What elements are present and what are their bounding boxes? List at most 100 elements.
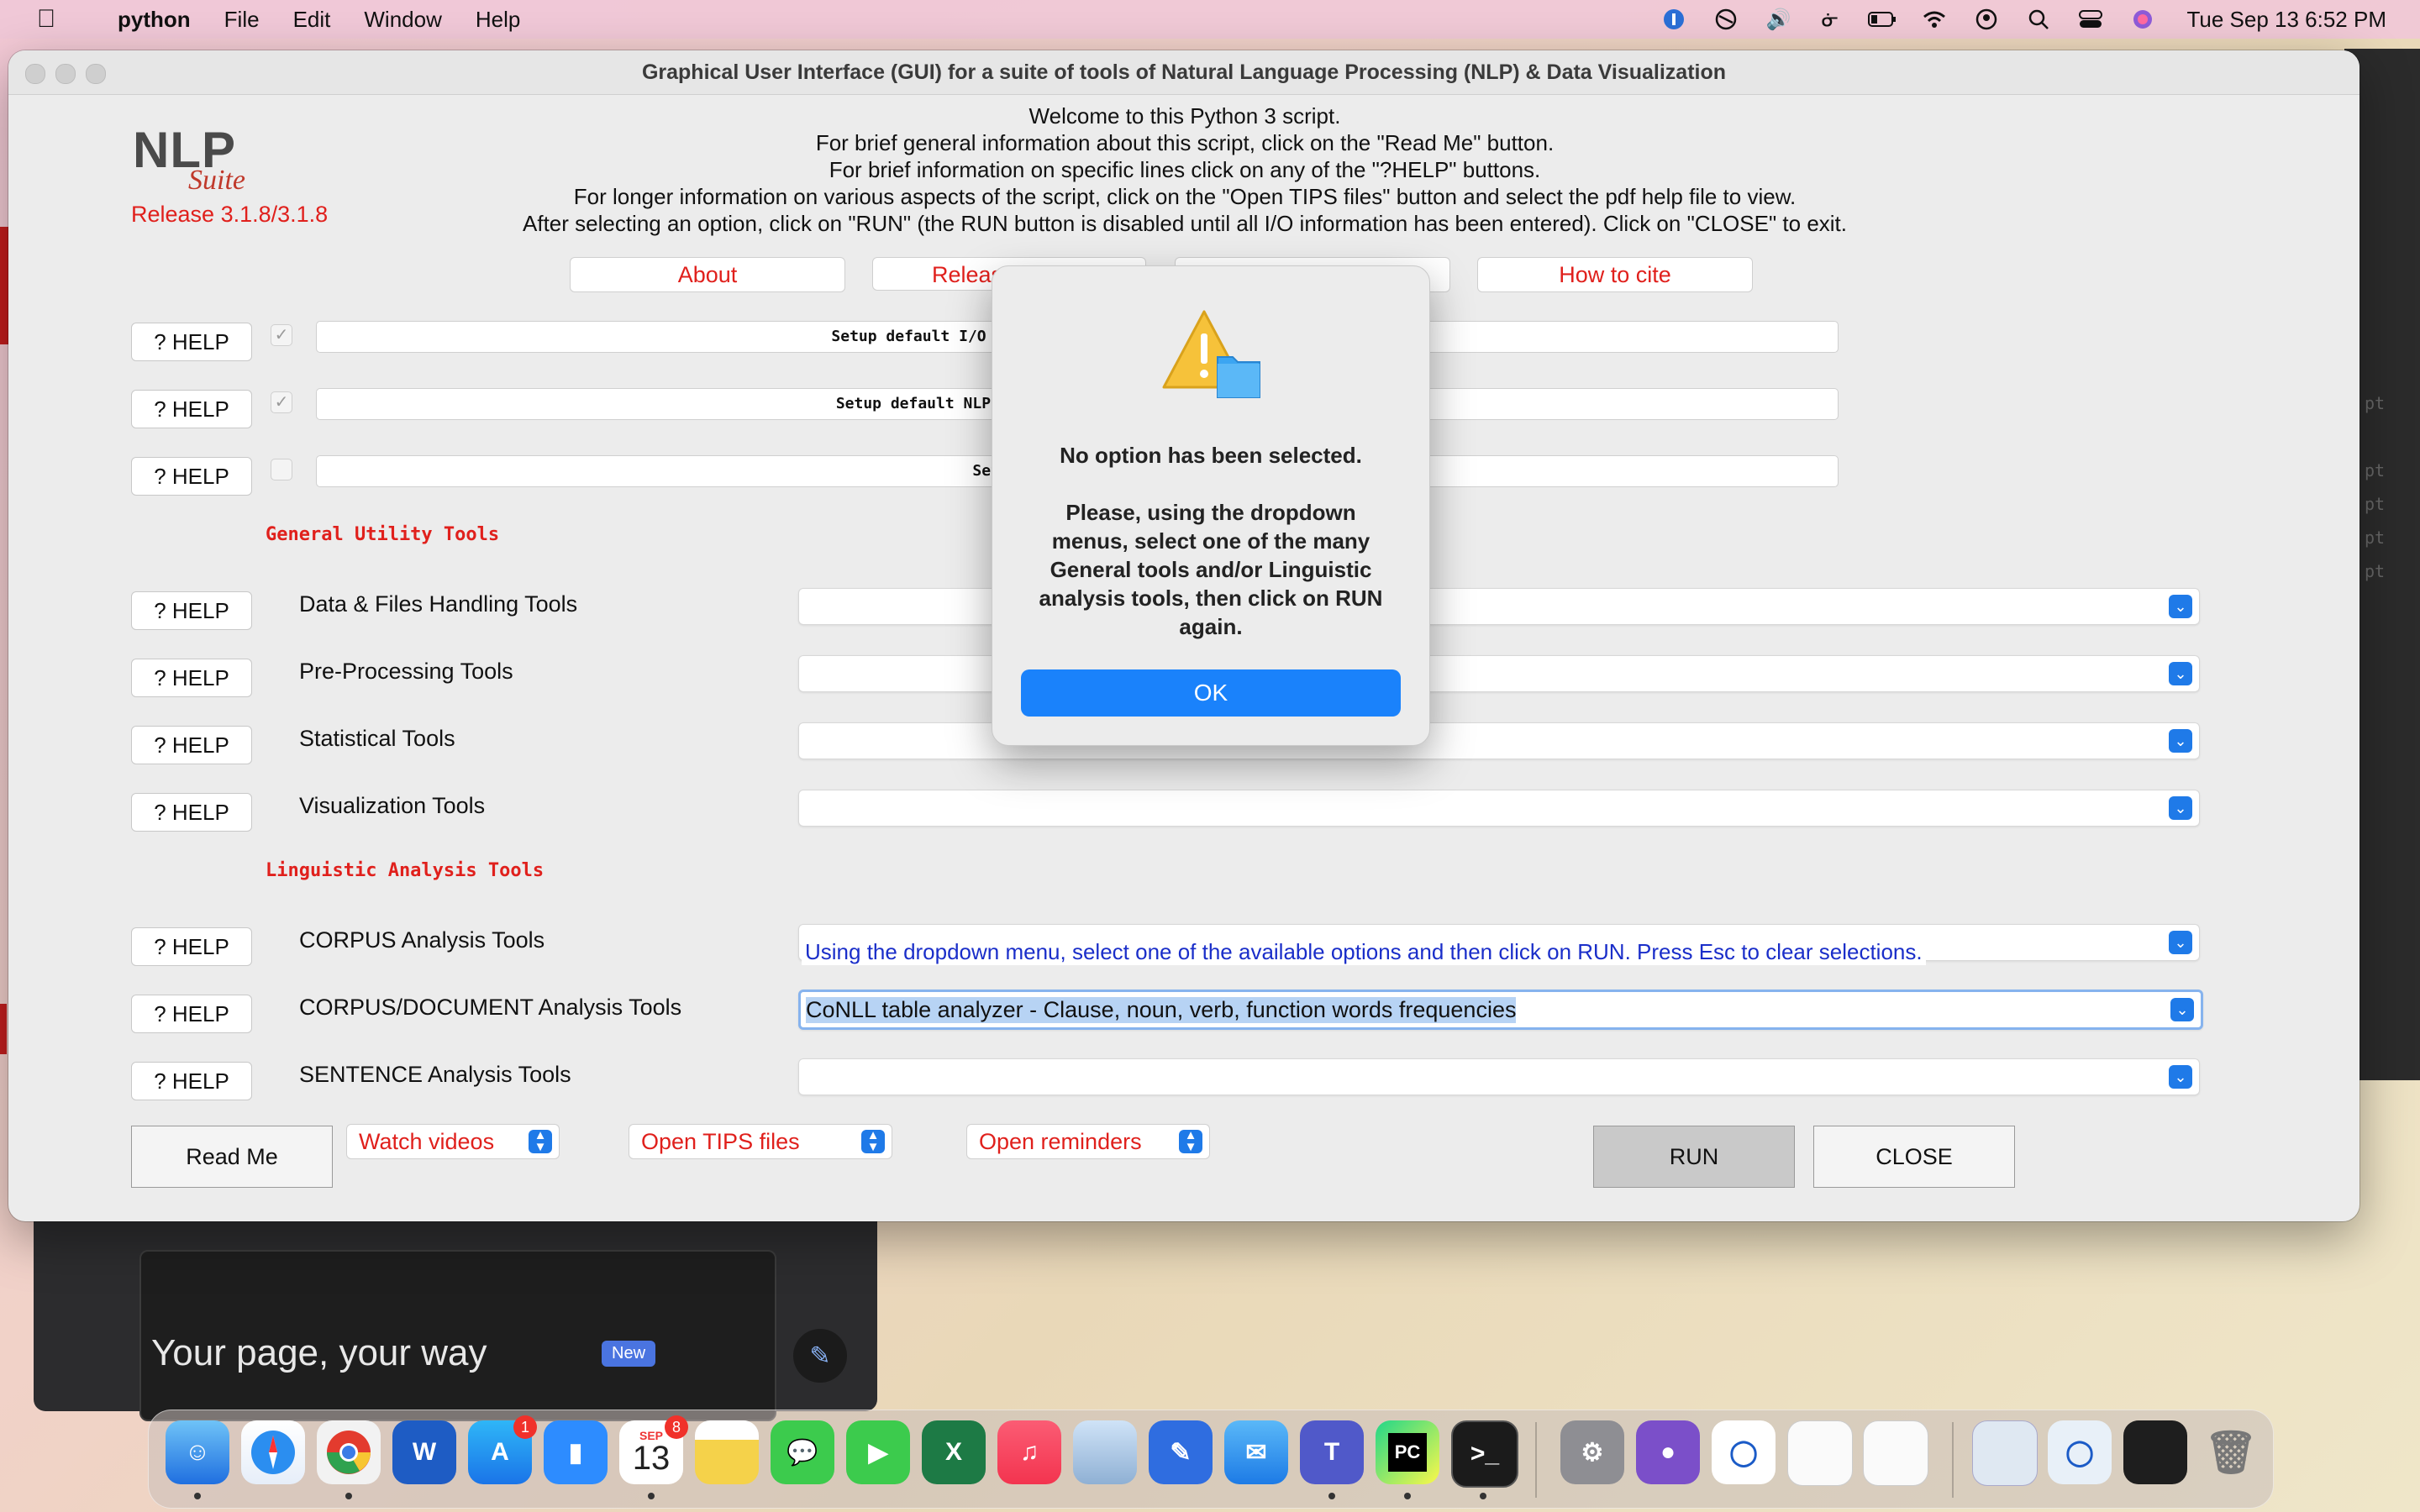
chrome-icon[interactable]: [317, 1420, 381, 1484]
menu-help[interactable]: Help: [476, 7, 520, 33]
help-button[interactable]: ? HELP: [131, 793, 252, 832]
safari-icon[interactable]: [241, 1420, 305, 1484]
help-button[interactable]: ? HELP: [131, 927, 252, 966]
chevron-down-icon[interactable]: ⌄: [2169, 662, 2192, 685]
system-preferences-icon[interactable]: ⚙: [1560, 1420, 1624, 1484]
selected-value: CoNLL table analyzer - Clause, noun, ver…: [806, 997, 1517, 1023]
menu-app-name[interactable]: python: [118, 7, 191, 33]
user-account-icon[interactable]: [1971, 7, 2002, 32]
setup-external-checkbox[interactable]: [271, 459, 292, 480]
visualization-dropdown[interactable]: ⌄: [798, 790, 2200, 827]
updown-chevron-icon[interactable]: ▲ ▼: [861, 1129, 885, 1153]
facetime-icon[interactable]: ▶: [846, 1420, 910, 1484]
sentence-analysis-label: SENTENCE Analysis Tools: [299, 1062, 571, 1087]
chevron-down-icon[interactable]: ⌄: [2169, 729, 2192, 753]
browser-headline: Your page, your way: [151, 1332, 487, 1373]
help-button[interactable]: ? HELP: [131, 323, 252, 361]
open-tips-popup[interactable]: Open TIPS files ▲ ▼: [629, 1124, 892, 1159]
chevron-down-icon[interactable]: ⌄: [2169, 796, 2192, 820]
chevron-down-icon[interactable]: ⌄: [2169, 595, 2192, 618]
alert-dialog: No option has been selected. Please, usi…: [992, 265, 1430, 746]
siri-icon[interactable]: [2128, 7, 2158, 32]
calendar-icon[interactable]: SEP 13 8: [619, 1415, 688, 1484]
run-button[interactable]: RUN: [1593, 1126, 1795, 1188]
control-center-icon[interactable]: [2075, 7, 2106, 32]
word-icon[interactable]: W: [392, 1420, 456, 1484]
corpus-document-label: CORPUS/DOCUMENT Analysis Tools: [299, 995, 682, 1020]
mail-icon[interactable]: ✉: [1224, 1420, 1288, 1484]
onepassword-icon[interactable]: ◯: [1712, 1420, 1776, 1484]
help-button[interactable]: ? HELP: [131, 726, 252, 764]
battery-icon[interactable]: [1867, 7, 1897, 32]
alert-message: Please, using the dropdown menus, select…: [1039, 500, 1383, 639]
terminal-text: pt: [2365, 528, 2386, 548]
updown-chevron-icon[interactable]: ▲ ▼: [529, 1129, 552, 1153]
calendar-badge: 8: [665, 1415, 688, 1439]
menu-window[interactable]: Window: [364, 7, 441, 33]
read-me-button[interactable]: Read Me: [131, 1126, 333, 1188]
updown-chevron-icon[interactable]: ▲ ▼: [1179, 1129, 1202, 1153]
zoom-icon[interactable]: ▮: [544, 1420, 608, 1484]
apple-menu-icon[interactable]: : [32, 5, 60, 34]
app-store-badge: 1: [513, 1415, 537, 1439]
setup-io-checkbox[interactable]: ✓: [271, 324, 292, 346]
help-button[interactable]: ? HELP: [131, 995, 252, 1033]
window-titlebar[interactable]: Graphical User Interface (GUI) for a sui…: [8, 50, 2360, 95]
pycharm-label: PC: [1388, 1433, 1427, 1472]
background-browser-window: Your page, your way New ✎: [34, 1210, 877, 1421]
preview-icon[interactable]: [1073, 1420, 1137, 1484]
terminal-icon[interactable]: >_: [1451, 1420, 1518, 1488]
finder-icon[interactable]: ☺: [166, 1420, 229, 1484]
pycharm-icon[interactable]: PC: [1376, 1420, 1439, 1484]
about-button[interactable]: About: [570, 257, 845, 292]
messages-icon[interactable]: 💬: [771, 1420, 834, 1484]
help-button[interactable]: ? HELP: [131, 1062, 252, 1100]
music-icon[interactable]: ♫: [997, 1420, 1061, 1484]
ok-button[interactable]: OK: [1021, 669, 1401, 717]
visualization-label: Visualization Tools: [299, 793, 486, 818]
open-reminders-popup[interactable]: Open reminders ▲ ▼: [966, 1124, 1210, 1159]
pencil-icon[interactable]: ✎: [793, 1329, 847, 1383]
documents-folder-icon[interactable]: [1972, 1420, 2038, 1486]
welcome-line: Welcome to this Python 3 script.: [1028, 103, 1341, 129]
pre-processing-label: Pre-Processing Tools: [299, 659, 513, 684]
menu-bar-clock[interactable]: Tue Sep 13 6:52 PM: [2186, 7, 2386, 33]
background-window-edge: [0, 1004, 7, 1054]
menu-edit[interactable]: Edit: [293, 7, 331, 33]
wifi-icon[interactable]: [1919, 7, 1949, 32]
watch-videos-popup[interactable]: Watch videos ▲ ▼: [346, 1124, 560, 1159]
trash-icon[interactable]: 🗑: [2199, 1420, 2263, 1484]
spotlight-search-icon[interactable]: [2023, 7, 2054, 32]
volume-icon[interactable]: 🔊: [1763, 7, 1793, 32]
excel-icon[interactable]: X: [922, 1420, 986, 1484]
help-button[interactable]: ? HELP: [131, 457, 252, 496]
help-button[interactable]: ? HELP: [131, 390, 252, 428]
new-badge: New: [602, 1341, 656, 1367]
calendar-day: 13: [632, 1440, 671, 1477]
how-to-cite-button[interactable]: How to cite: [1477, 257, 1753, 292]
notes-icon[interactable]: [695, 1420, 759, 1484]
downloads-stack-icon[interactable]: [2123, 1420, 2187, 1484]
onepassword-installer-icon[interactable]: ◯: [2048, 1420, 2112, 1484]
onepassword-status-icon[interactable]: [1659, 7, 1689, 32]
help-button[interactable]: ? HELP: [131, 659, 252, 697]
chevron-down-icon[interactable]: ⌄: [2170, 998, 2194, 1021]
github-desktop-icon[interactable]: ●: [1636, 1420, 1700, 1484]
chevron-down-icon[interactable]: ⌄: [2169, 931, 2192, 954]
sentence-analysis-dropdown[interactable]: ⌄: [798, 1058, 2200, 1095]
corpus-document-dropdown[interactable]: CoNLL table analyzer - Clause, noun, ver…: [798, 990, 2203, 1030]
setup-nlp-checkbox[interactable]: ✓: [271, 391, 292, 413]
app-store-icon[interactable]: A1: [468, 1415, 537, 1484]
open-tips-label: Open TIPS files: [641, 1129, 800, 1154]
corpus-analysis-label: CORPUS Analysis Tools: [299, 927, 545, 953]
help-button[interactable]: ? HELP: [131, 591, 252, 630]
chevron-down-icon[interactable]: ⌄: [2169, 1065, 2192, 1089]
document-icon[interactable]: [1863, 1420, 1928, 1486]
menu-file[interactable]: File: [224, 7, 260, 33]
teams-icon[interactable]: T: [1300, 1420, 1364, 1484]
document-icon[interactable]: [1787, 1420, 1853, 1486]
focus-status-icon[interactable]: [1711, 7, 1741, 32]
close-button[interactable]: CLOSE: [1813, 1126, 2015, 1188]
pencil-app-icon[interactable]: ✎: [1149, 1420, 1213, 1484]
bluetooth-icon[interactable]: ᓃ: [1815, 7, 1845, 32]
